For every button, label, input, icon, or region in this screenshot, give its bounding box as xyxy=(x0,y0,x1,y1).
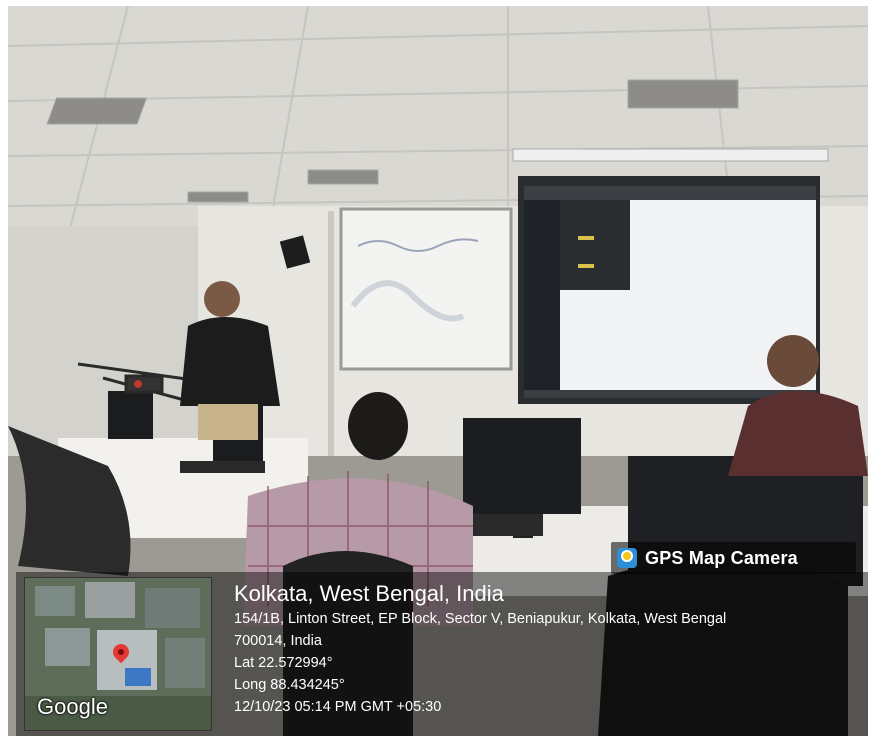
gps-camera-icon xyxy=(617,548,637,568)
gps-camera-badge: GPS Map Camera xyxy=(611,542,856,574)
person-seated xyxy=(348,392,408,460)
map-brand: Google xyxy=(37,694,108,719)
address-line: 700014, India xyxy=(234,633,322,649)
gps-badge-label: GPS Map Camera xyxy=(645,547,798,568)
person-instructor xyxy=(204,281,240,317)
map-thumbnail: Google xyxy=(24,577,212,731)
latitude: Lat 22.572994° xyxy=(234,655,333,671)
address-line: 154/1B, Linton Street, EP Block, Sector … xyxy=(234,611,727,627)
person-right xyxy=(767,335,819,387)
longitude: Long 88.434245° xyxy=(234,677,345,693)
location-details: Kolkata, West Bengal, India 154/1B, Lint… xyxy=(234,580,726,718)
location-title: Kolkata, West Bengal, India xyxy=(234,581,504,606)
timestamp: 12/10/23 05:14 PM GMT +05:30 xyxy=(234,699,442,715)
